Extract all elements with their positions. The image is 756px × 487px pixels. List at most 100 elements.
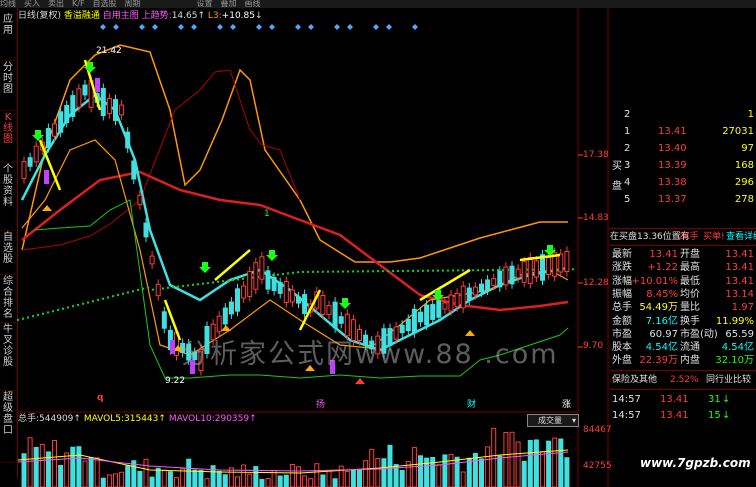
volume-bar — [344, 471, 350, 487]
volume-bar — [106, 474, 112, 487]
dotted-signal — [196, 283, 200, 286]
order-book-row[interactable]: 2 13.40 97 — [610, 142, 756, 156]
diamond-marker — [139, 24, 145, 30]
dotted-signal — [131, 290, 135, 293]
stat-label: 市盈 — [612, 328, 632, 340]
volume-bar — [497, 455, 503, 487]
volume-bar — [228, 467, 234, 487]
dotted-signal — [181, 284, 185, 288]
dotted-signal — [341, 270, 345, 273]
candle-body — [491, 278, 497, 286]
down-arrow-icon: ↓ — [722, 394, 731, 405]
watermark: 分析家公式网www.88 .com — [181, 339, 559, 370]
tick-volume: 31 — [708, 394, 721, 405]
volume-bar — [460, 471, 466, 487]
volume-bar — [558, 438, 564, 487]
mavol10-label: MAVOL10: — [168, 414, 215, 424]
dotted-signal — [191, 283, 195, 287]
volume-bar — [33, 446, 39, 487]
stat-label: 金额 — [612, 315, 632, 327]
price-tick: 14.83 — [583, 213, 609, 223]
volume-bar — [161, 469, 167, 487]
bid-price: 13.37 — [658, 194, 687, 205]
stat-row: 市盈 60.97 市盈(动) 65.59 — [610, 328, 756, 342]
stat-label: 股本 — [612, 342, 632, 354]
dotted-signal — [446, 269, 450, 272]
down-arrow-icon: ↓ — [722, 410, 731, 421]
total-volume-value: 544909 — [39, 414, 74, 424]
candle-body — [149, 255, 155, 265]
order-book-row[interactable]: 3 13.39 168 — [610, 159, 756, 173]
tick-row: 14:57 13.41 15 ↓ — [610, 409, 756, 423]
bid-volume: 1 — [747, 109, 754, 120]
stat-label: 外盘 — [612, 355, 632, 367]
level-label: 5 — [624, 194, 631, 205]
alert-link[interactable]: 查看详细 — [726, 230, 756, 244]
dotted-signal — [421, 269, 425, 272]
candle-body — [161, 311, 167, 329]
stat-label: 流通 — [680, 342, 700, 354]
bid-volume: 97 — [741, 143, 754, 154]
order-book-row[interactable]: 21 — [610, 108, 756, 122]
volume-bar — [430, 457, 436, 487]
volume-bar — [375, 458, 381, 487]
candle-body — [521, 261, 527, 283]
stat-value: 8.45% — [646, 288, 678, 300]
volume-bar — [216, 470, 222, 487]
up-triangle-icon — [221, 325, 231, 331]
candle-body — [119, 104, 125, 116]
sell-marker: 1 — [264, 209, 270, 219]
volume-bar — [350, 469, 356, 487]
stat-value: 1.97 — [731, 302, 754, 314]
volume-bar — [332, 478, 338, 487]
volume-bar — [137, 470, 143, 487]
volume-bar — [357, 468, 362, 487]
candle-body — [82, 84, 88, 96]
dotted-signal — [326, 270, 330, 273]
bid-price: 13.38 — [658, 177, 687, 188]
stat-label: 振幅 — [612, 288, 632, 300]
dotted-signal — [186, 284, 190, 287]
chevron-down-icon: ▾ — [571, 416, 576, 425]
dotted-signal — [16, 318, 20, 322]
dotted-signal — [431, 269, 435, 272]
dotted-signal — [136, 288, 140, 292]
volume-bar — [21, 453, 27, 487]
volume-bar — [564, 457, 570, 487]
dotted-signal — [36, 313, 40, 317]
stat-row: 最新 13.41 开盘 13.41 — [610, 248, 756, 262]
buy-order-alert[interactable]: 在买盘13.36位置有2K手买单!查看详细 — [610, 230, 756, 244]
order-book-row[interactable]: 1 13.41 27031 — [610, 125, 756, 139]
indicator-dropdown[interactable]: 成交量 ▾ — [527, 414, 579, 427]
order-book-row[interactable]: 5 13.37 278 — [610, 193, 756, 207]
volume-bar — [418, 455, 423, 487]
dotted-signal — [66, 306, 70, 309]
level-label: 2 — [624, 109, 631, 120]
volume-bar — [113, 473, 118, 487]
tick-price: 13.41 — [660, 410, 689, 421]
candle-body — [454, 292, 460, 308]
candle-body — [405, 318, 411, 332]
dotted-signal — [226, 279, 230, 282]
upper-band-line — [21, 44, 568, 263]
compare-link[interactable]: 同行业比较 — [706, 373, 751, 387]
dotted-signal — [231, 278, 235, 282]
bid-volume: 296 — [734, 177, 754, 188]
bid-volume: 168 — [734, 160, 754, 171]
bid-price: 13.41 — [658, 126, 687, 137]
volume-bar — [454, 456, 460, 487]
candle-body — [125, 131, 131, 149]
diamond-marker — [191, 24, 197, 30]
price-tick: 12.28 — [583, 278, 609, 288]
candle-body — [460, 285, 466, 309]
site-watermark: www.7gpzb.com — [640, 456, 751, 470]
stat-value: 13.14 — [725, 288, 754, 300]
stat-label: 均价 — [680, 288, 700, 300]
volume-bar — [94, 457, 100, 487]
dotted-signal — [371, 270, 375, 273]
dotted-signal — [71, 305, 75, 308]
stat-row: 振幅 8.45% 均价 13.14 — [610, 288, 756, 302]
dotted-signal — [416, 269, 420, 273]
order-book-row[interactable]: 4 13.38 296 — [610, 176, 756, 190]
dotted-signal — [471, 269, 475, 272]
